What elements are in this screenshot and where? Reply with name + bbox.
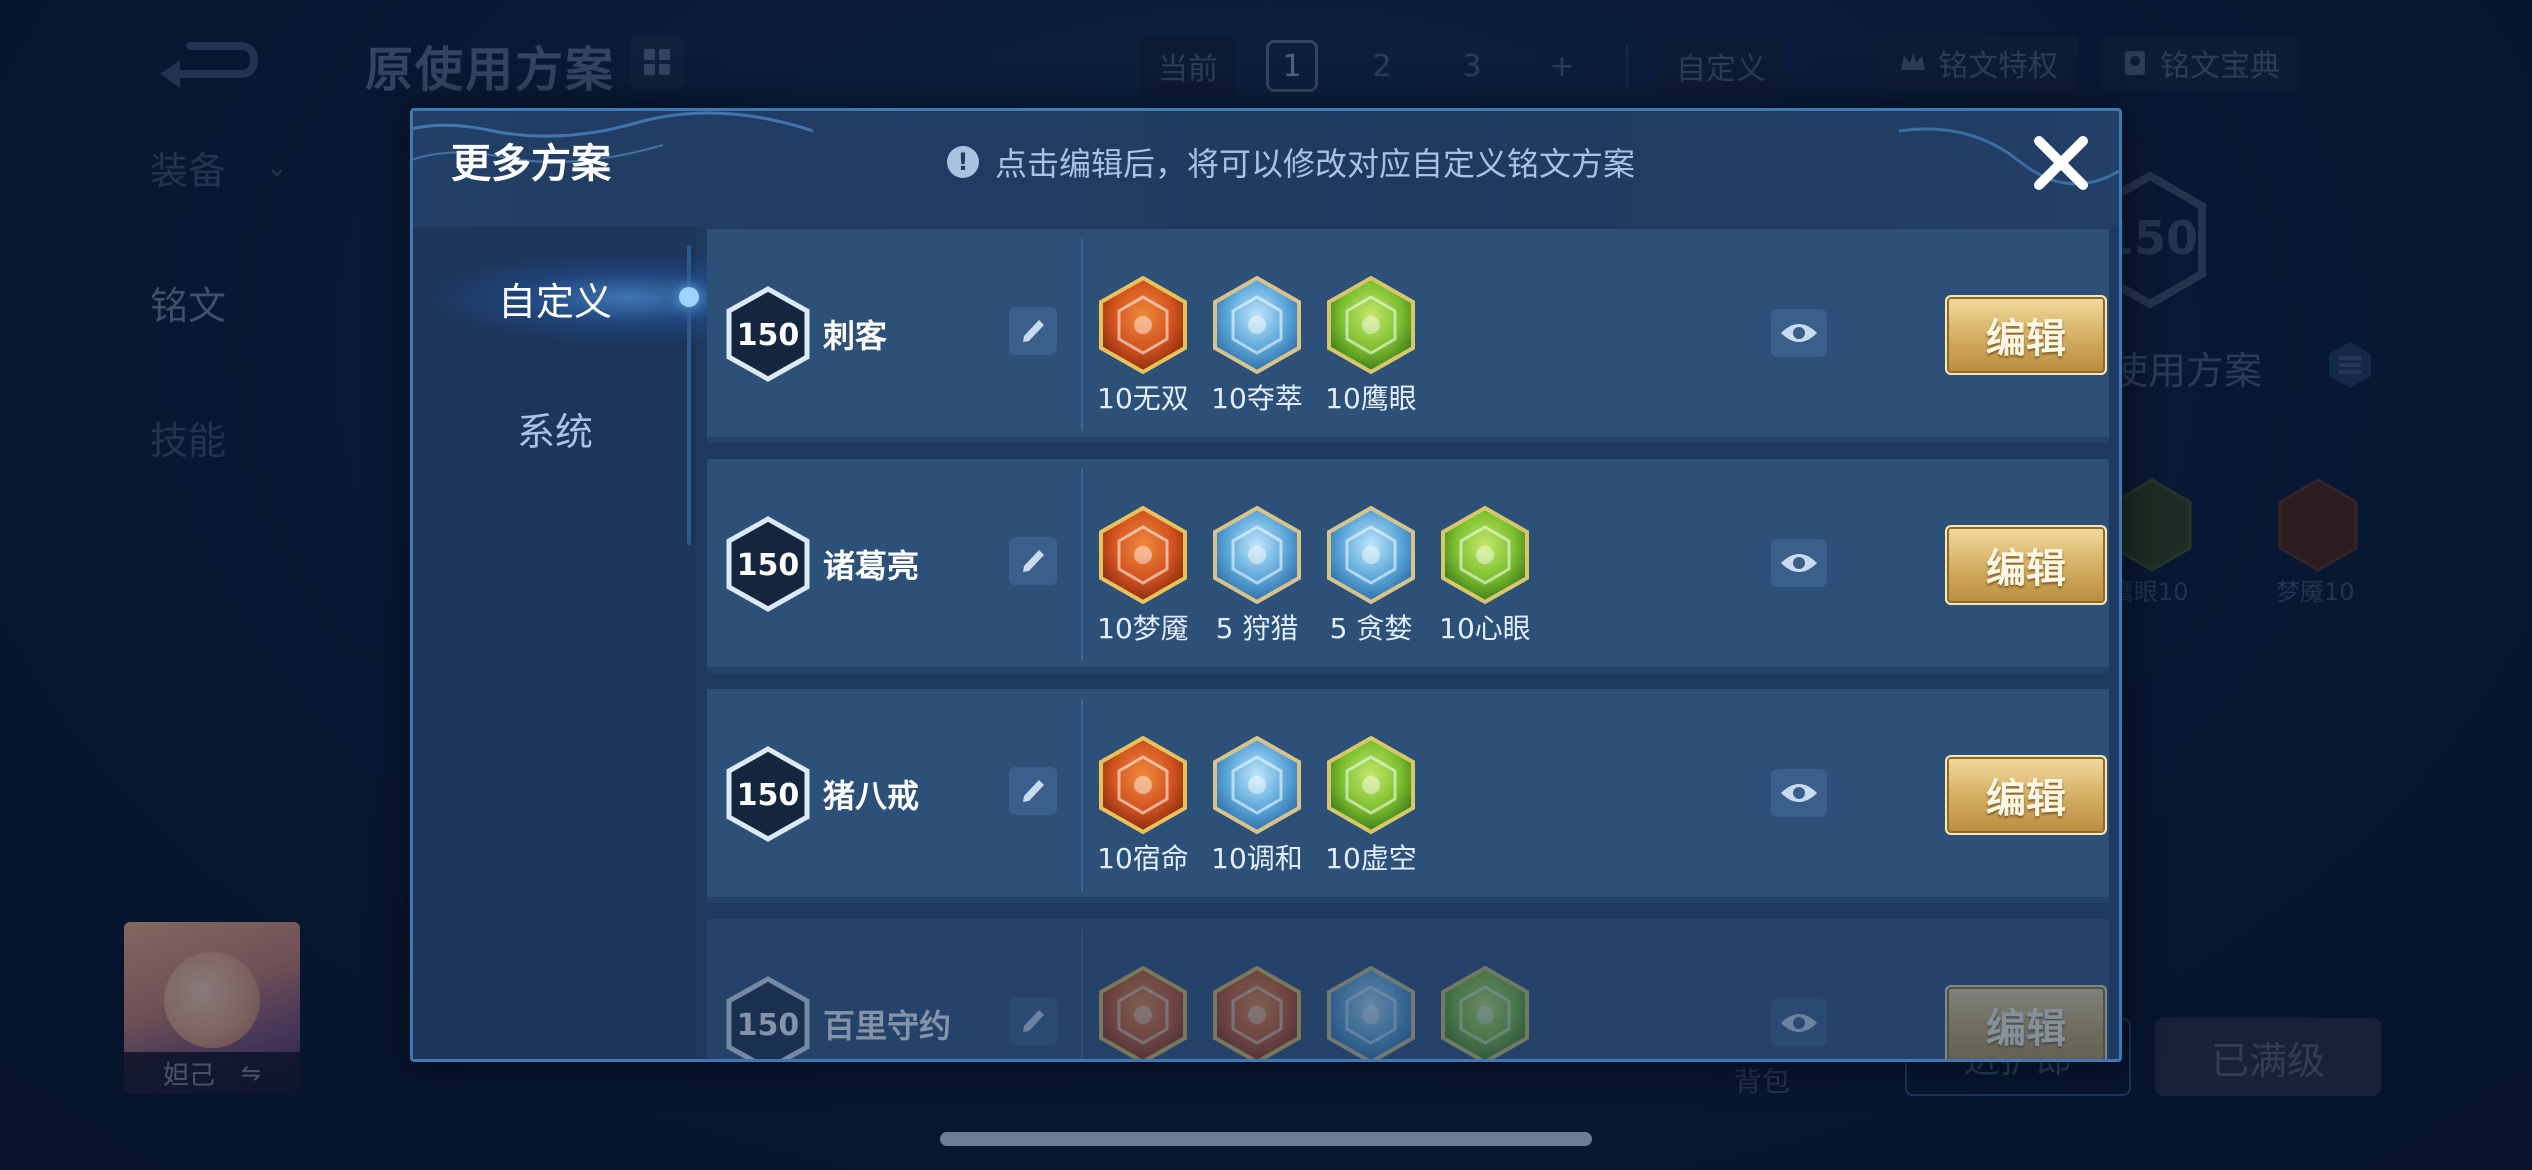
modal-hint: ! 点击编辑后，将可以修改对应自定义铭文方案 [947,139,1635,185]
green-rune-icon [1327,275,1415,375]
plan-name: 刺客 [823,317,888,355]
red-rune-icon [1099,735,1187,835]
rune-slot[interactable] [1325,965,1417,1059]
rune-label: 10夺萃 [1211,382,1303,415]
blue-rune-icon [1327,965,1415,1059]
level-value: 150 [737,318,800,353]
level-badge: 150 [726,746,810,842]
pencil-icon [1023,550,1044,572]
rune-label: 10调和 [1211,842,1303,875]
plan-row: 150 诸葛亮 10梦魇 5 狩猎 5 贪婪 10心眼 编辑 [707,459,2109,673]
close-button[interactable] [2023,125,2099,201]
blue-rune-icon [1213,735,1301,835]
hint-text: 点击编辑后，将可以修改对应自定义铭文方案 [995,145,1636,183]
rune-slot[interactable] [1211,965,1303,1059]
eye-icon [1781,784,1817,802]
blue-rune-icon [1213,505,1301,605]
close-icon [2034,136,2088,190]
rune-slot[interactable]: 10鹰眼 [1325,275,1417,417]
preview-button[interactable] [1771,999,1827,1047]
green-rune-icon [1327,735,1415,835]
blue-rune-icon [1327,505,1415,605]
eye-icon [1781,554,1817,572]
home-indicator[interactable] [940,1132,1592,1146]
edit-button[interactable]: 编辑 [1945,295,2107,375]
tab-custom[interactable]: 自定义 [413,253,697,343]
red-rune-icon [1213,965,1301,1059]
edit-button[interactable]: 编辑 [1945,525,2107,605]
green-rune-icon [1441,505,1529,605]
rune-slot[interactable]: 5 贪婪 [1325,505,1417,647]
red-rune-icon [1099,965,1187,1059]
more-plans-modal: 更多方案 ! 点击编辑后，将可以修改对应自定义铭文方案 自定义 系统 150 刺客… [410,108,2122,1062]
rune-label: 5 狩猎 [1215,612,1299,645]
eye-icon [1781,324,1817,342]
rename-button[interactable] [1009,537,1057,585]
plan-row: 150 猪八戒 10宿命 10调和 10虚空 编辑 [707,689,2109,903]
rune-label: 10鹰眼 [1325,382,1417,415]
divider [1081,239,1083,431]
red-rune-icon [1099,275,1187,375]
rune-slot[interactable]: 10宿命 [1097,735,1189,877]
divider [1081,929,1083,1059]
preview-button[interactable] [1771,769,1827,817]
rune-slot[interactable] [1439,965,1531,1059]
category-tabs: 自定义 系统 [413,227,713,1059]
plan-name: 猪八戒 [823,777,920,815]
rune-label: 10心眼 [1439,612,1531,645]
rune-label: 10宿命 [1097,842,1189,875]
preview-button[interactable] [1771,309,1827,357]
plan-row: 150 刺客 10无双 10夺萃 10鹰眼 编辑 [707,229,2109,443]
edit-button[interactable]: 编辑 [1945,985,2107,1059]
info-icon: ! [947,146,979,178]
rune-slot[interactable]: 10心眼 [1439,505,1531,647]
rune-slot[interactable]: 10虚空 [1325,735,1417,877]
rune-label: 10梦魇 [1097,612,1189,645]
level-value: 150 [737,778,800,813]
red-rune-icon [1099,505,1187,605]
modal-title: 更多方案 [451,141,611,187]
divider [1081,469,1083,661]
rune-slot[interactable] [1097,965,1189,1059]
plans-list: 150 刺客 10无双 10夺萃 10鹰眼 编辑 150 诸葛亮 10梦魇 5 狩猎 5 贪婪 10心… [703,227,2113,1059]
level-value: 150 [737,548,800,583]
preview-button[interactable] [1771,539,1827,587]
blue-rune-icon [1213,275,1301,375]
pencil-icon [1023,320,1044,342]
rune-label: 5 贪婪 [1329,612,1413,645]
plan-row: 150 百里守约 编辑 [707,919,2109,1059]
level-badge: 150 [726,286,810,382]
level-value: 150 [737,1008,800,1043]
rune-slot[interactable]: 10夺萃 [1211,275,1303,417]
rune-slot[interactable]: 10梦魇 [1097,505,1189,647]
tab-system[interactable]: 系统 [413,383,697,473]
eye-icon [1781,1014,1817,1032]
rename-button[interactable] [1009,767,1057,815]
level-badge: 150 [726,976,810,1059]
edit-button[interactable]: 编辑 [1945,755,2107,835]
divider [1081,699,1083,891]
rune-slot[interactable]: 10调和 [1211,735,1303,877]
plan-name: 百里守约 [823,1007,952,1045]
green-rune-icon [1441,965,1529,1059]
rename-button[interactable] [1009,307,1057,355]
pencil-icon [1023,1010,1044,1032]
pencil-icon [1023,780,1044,802]
rune-slot[interactable]: 10无双 [1097,275,1189,417]
rename-button[interactable] [1009,997,1057,1045]
plan-name: 诸葛亮 [823,547,920,585]
rune-label: 10虚空 [1325,842,1417,875]
rune-slot[interactable]: 5 狩猎 [1211,505,1303,647]
rune-label: 10无双 [1097,382,1189,415]
level-badge: 150 [726,516,810,612]
